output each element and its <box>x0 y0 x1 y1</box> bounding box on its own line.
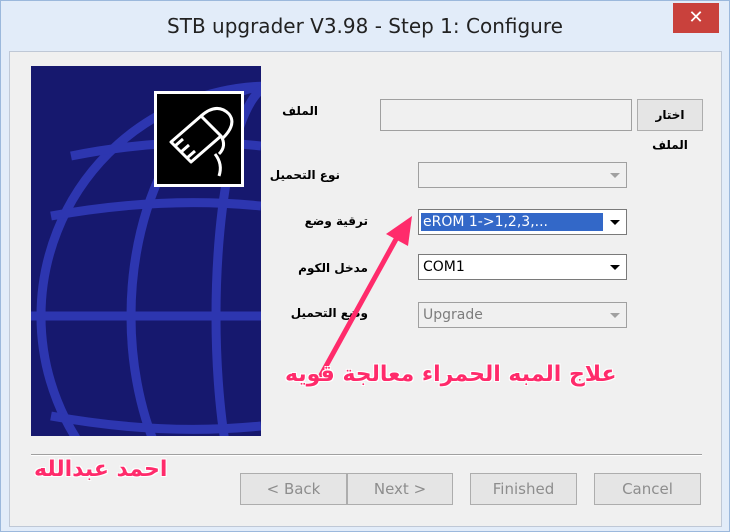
cancel-button[interactable]: Cancel <box>594 473 701 505</box>
load-mode-select: Upgrade <box>418 302 627 328</box>
window-frame: STB upgrader V3.98 - Step 1: Configure ✕ <box>0 0 730 532</box>
close-button[interactable]: ✕ <box>673 3 719 33</box>
close-icon: ✕ <box>688 7 704 28</box>
chevron-down-icon <box>605 164 625 186</box>
load-type-select <box>418 162 627 188</box>
back-button[interactable]: < Back <box>240 473 347 505</box>
chevron-down-icon <box>605 304 625 326</box>
chevron-down-icon[interactable] <box>605 256 625 278</box>
file-label: الملف <box>282 104 318 118</box>
author-signature: احمد عبدالله <box>34 457 168 482</box>
upgrade-mode-select[interactable]: eROM 1->1,2,3,... <box>418 209 627 235</box>
com-port-select[interactable]: COM1 <box>418 254 627 280</box>
finished-button[interactable]: Finished <box>470 473 577 505</box>
chevron-down-icon[interactable] <box>605 211 625 233</box>
wizard-bitmap <box>31 66 261 436</box>
divider <box>31 454 702 456</box>
file-path-input[interactable] <box>380 99 632 131</box>
annotation-callout: علاج المبه الحمراء معالجة قويه <box>285 362 617 387</box>
next-button[interactable]: Next > <box>347 473 453 505</box>
load-type-label: نوع التحميل <box>269 168 340 182</box>
browse-file-button[interactable]: اختار الملف <box>637 99 703 152</box>
window-title: STB upgrader V3.98 - Step 1: Configure <box>167 14 563 38</box>
wizard-body: الملف اختار الملف نوع التحميل ترقية وضع … <box>9 51 722 527</box>
